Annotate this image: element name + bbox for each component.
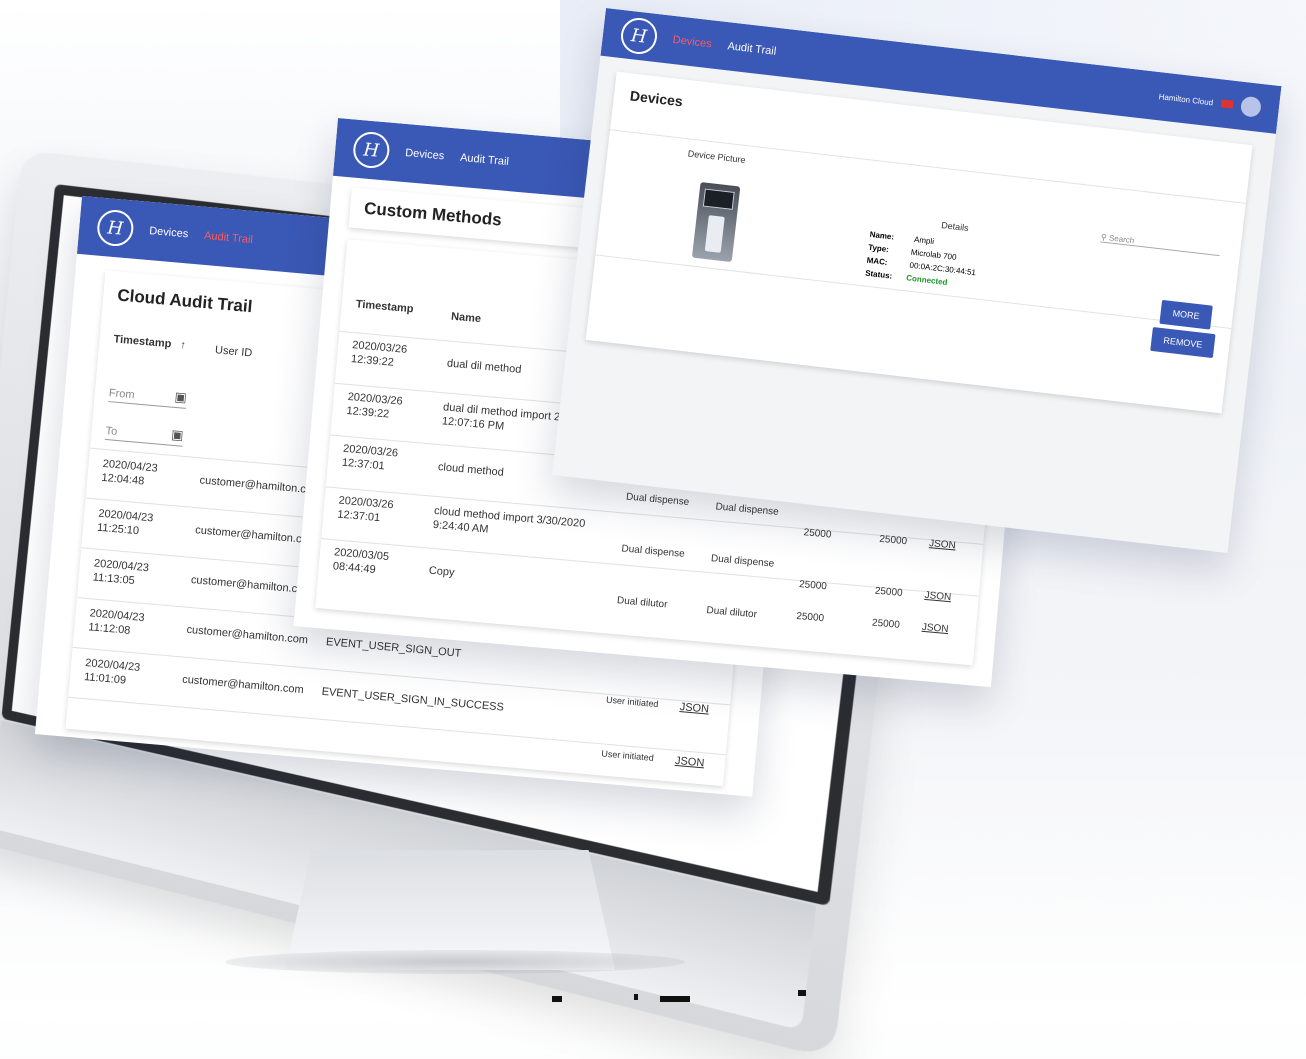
row-value-1: 25000	[795, 610, 825, 625]
nav-audit-trail[interactable]: Audit Trail	[460, 152, 510, 168]
device-picture[interactable]	[691, 182, 741, 263]
row-category-2: Dual dilutor	[705, 605, 758, 621]
row-name: dual dil method	[446, 357, 522, 376]
row-event: EVENT_USER_SIGN_OUT	[325, 635, 462, 660]
row-user: customer@hamilton.com	[199, 474, 322, 497]
row-value-1: 25000	[803, 527, 832, 541]
json-link[interactable]: JSON	[675, 755, 705, 770]
page-title: Cloud Audit Trail	[116, 285, 254, 317]
from-placeholder: From	[108, 387, 136, 402]
device-name: Ampli	[913, 234, 935, 247]
page-title: Custom Methods	[363, 198, 503, 230]
row-time: 12:39:22	[345, 404, 390, 421]
col-timestamp-label: Timestamp	[113, 333, 172, 351]
hamilton-logo-icon[interactable]: H	[619, 16, 659, 56]
row-time: 11:13:05	[92, 571, 136, 588]
row-name-line2: 9:24:40 AM	[432, 518, 489, 536]
row-time: 11:01:09	[83, 671, 127, 687]
row-type: User initiated	[600, 748, 655, 763]
nav-devices[interactable]: Devices	[405, 147, 445, 162]
row-user: customer@hamilton.com	[186, 623, 309, 647]
type-label: Type:	[867, 242, 890, 255]
json-link[interactable]: JSON	[929, 538, 957, 551]
row-name: Copy	[428, 564, 456, 579]
calendar-icon[interactable]: ▣	[171, 427, 185, 444]
decorative-dash	[634, 994, 638, 1000]
row-time: 12:37:01	[336, 508, 381, 525]
device-screen	[702, 188, 735, 210]
user-label[interactable]: Hamilton Cloud	[1158, 92, 1213, 107]
to-placeholder: To	[105, 424, 118, 438]
nav-devices[interactable]: Devices	[149, 225, 189, 240]
row-value-1: 25000	[798, 578, 828, 593]
remove-button[interactable]: REMOVE	[1150, 326, 1216, 359]
hamilton-logo-icon[interactable]: H	[95, 208, 135, 248]
row-category-1: Dual dispense	[625, 491, 690, 509]
row-value-2: 25000	[871, 617, 901, 631]
row-time: 08:44:49	[332, 560, 377, 576]
row-type: User initiated	[605, 694, 659, 710]
json-link[interactable]: JSON	[924, 590, 952, 603]
search-placeholder: Search	[1108, 233, 1135, 246]
row-time: 11:12:08	[87, 621, 131, 637]
devices-card: Devices Device Picture Details ⚲ Search …	[585, 71, 1253, 414]
devices-window: H Devices Audit Trail Hamilton Cloud Dev…	[551, 8, 1282, 554]
monitor-stand-shadow	[225, 950, 685, 974]
nav-audit-trail[interactable]: Audit Trail	[727, 40, 777, 58]
row-category-2: Dual dispense	[715, 501, 780, 518]
row-time: 12:04:48	[100, 471, 145, 488]
decorative-dash	[798, 990, 806, 996]
col-device-picture: Device Picture	[687, 148, 747, 166]
page-title: Devices	[629, 87, 684, 110]
row-name: cloud method	[437, 461, 505, 479]
col-name[interactable]: Name	[451, 311, 482, 326]
row-event: EVENT_USER_SIGN_IN_SUCCESS	[321, 685, 505, 714]
device-details: Name: Ampli Type: Microlab 700 MAC: 00:0…	[865, 228, 980, 292]
nav-audit-trail[interactable]: Audit Trail	[204, 230, 254, 246]
flag-icon[interactable]	[1220, 99, 1234, 109]
hamilton-logo-icon[interactable]: H	[351, 130, 391, 170]
device-body	[704, 215, 725, 253]
row-user: customer@hamilton.com	[190, 573, 313, 597]
row-time: 12:39:22	[350, 353, 395, 369]
name-label: Name:	[869, 229, 895, 242]
mac-label: MAC:	[866, 255, 889, 268]
status-badge: Connected	[905, 273, 948, 288]
decorative-dash	[660, 996, 690, 1002]
row-time: 11:25:10	[96, 521, 140, 538]
row-value-2: 25000	[878, 533, 908, 548]
json-link[interactable]: JSON	[679, 701, 709, 716]
row-user: customer@hamilton.com	[194, 524, 318, 547]
avatar[interactable]	[1239, 95, 1263, 118]
row-category-1: Dual dilutor	[616, 595, 668, 611]
row-user: customer@hamilton.com	[181, 673, 305, 697]
status-label: Status:	[864, 268, 893, 281]
search-field[interactable]: ⚲ Search	[1100, 232, 1221, 257]
row-time: 12:37:01	[341, 456, 386, 473]
row-category-1: Dual dispense	[621, 543, 686, 560]
col-timestamp[interactable]: Timestamp	[355, 298, 414, 315]
row-value-2: 25000	[874, 585, 903, 599]
json-link[interactable]: JSON	[921, 622, 949, 635]
nav-devices[interactable]: Devices	[672, 34, 712, 50]
col-user-id[interactable]: User ID	[215, 344, 253, 359]
to-date-field[interactable]: To ▣	[104, 420, 185, 447]
calendar-icon[interactable]: ▣	[174, 389, 188, 406]
col-details: Details	[940, 220, 970, 234]
decorative-dash	[552, 996, 562, 1002]
more-button[interactable]: MORE	[1159, 299, 1213, 330]
col-timestamp[interactable]: Timestamp ↑	[113, 333, 186, 351]
from-date-field[interactable]: From ▣	[108, 383, 188, 409]
sort-arrow-icon[interactable]: ↑	[180, 339, 187, 351]
row-category-2: Dual dispense	[710, 553, 775, 570]
